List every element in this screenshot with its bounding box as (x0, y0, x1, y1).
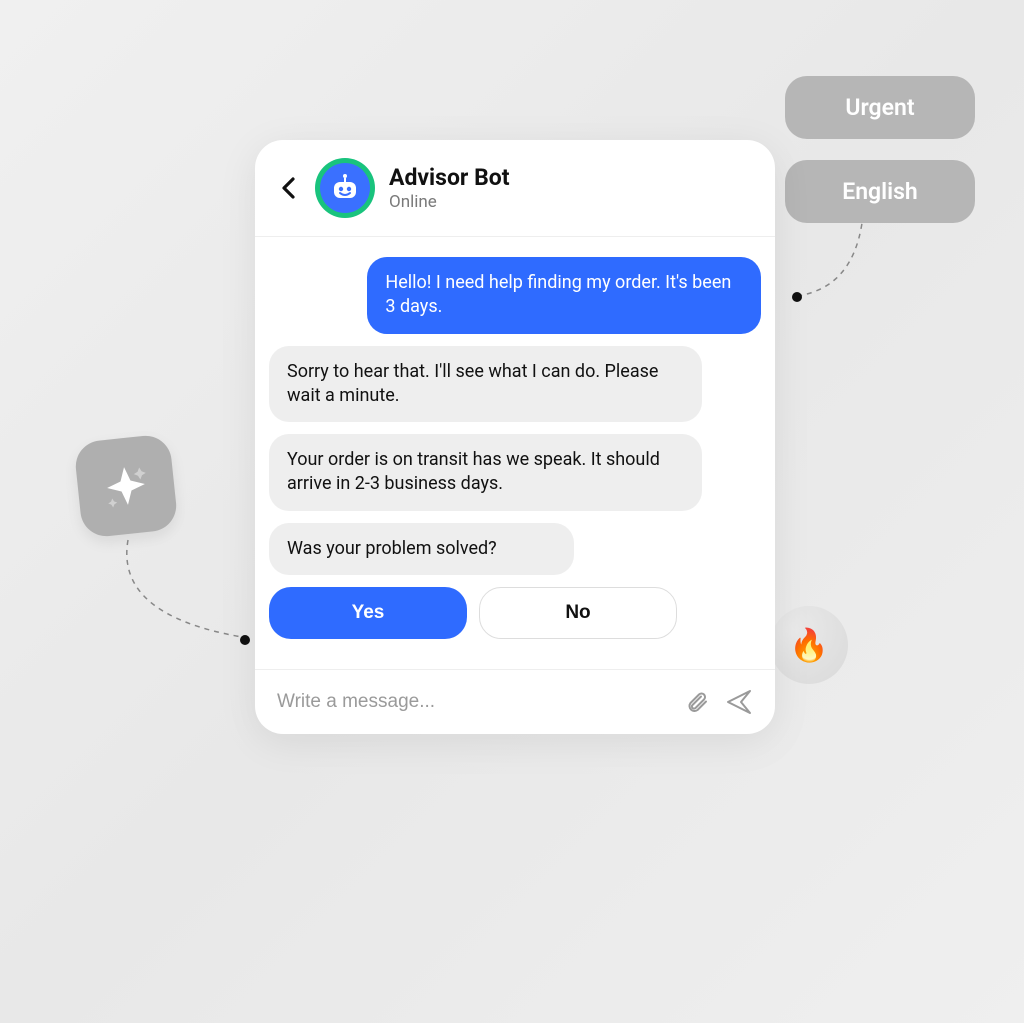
robot-icon (329, 172, 361, 204)
chat-input-row (255, 669, 775, 734)
fire-badge: 🔥 (770, 606, 848, 684)
yes-button[interactable]: Yes (269, 587, 467, 639)
chat-window: Advisor Bot Online Hello! I need help fi… (255, 140, 775, 734)
bot-status: Online (389, 192, 510, 212)
message-bot: Was your problem solved? (269, 523, 574, 575)
no-button[interactable]: No (479, 587, 677, 639)
send-icon (726, 689, 752, 715)
message-bot: Your order is on transit has we speak. I… (269, 434, 702, 511)
fire-icon: 🔥 (789, 626, 829, 664)
sparkle-icon (99, 459, 154, 514)
tag-english[interactable]: English (785, 160, 975, 223)
message-input[interactable] (277, 691, 669, 713)
message-user: Hello! I need help finding my order. It'… (367, 257, 761, 334)
paperclip-icon (685, 690, 709, 714)
message-bot: Sorry to hear that. I'll see what I can … (269, 346, 702, 423)
sparkle-badge (73, 433, 179, 539)
send-button[interactable] (725, 688, 753, 716)
chevron-left-icon (281, 177, 297, 199)
back-button[interactable] (277, 176, 301, 200)
connector-right (792, 218, 872, 298)
attach-button[interactable] (683, 688, 711, 716)
chat-body: Hello! I need help finding my order. It'… (255, 237, 775, 669)
chat-header: Advisor Bot Online (255, 140, 775, 237)
quick-replies: Yes No (269, 587, 761, 639)
connector-dot-right (792, 292, 802, 302)
bot-avatar (315, 158, 375, 218)
tag-urgent[interactable]: Urgent (785, 76, 975, 139)
bot-name: Advisor Bot (389, 164, 510, 192)
connector-left (120, 535, 250, 645)
connector-dot-left (240, 635, 250, 645)
